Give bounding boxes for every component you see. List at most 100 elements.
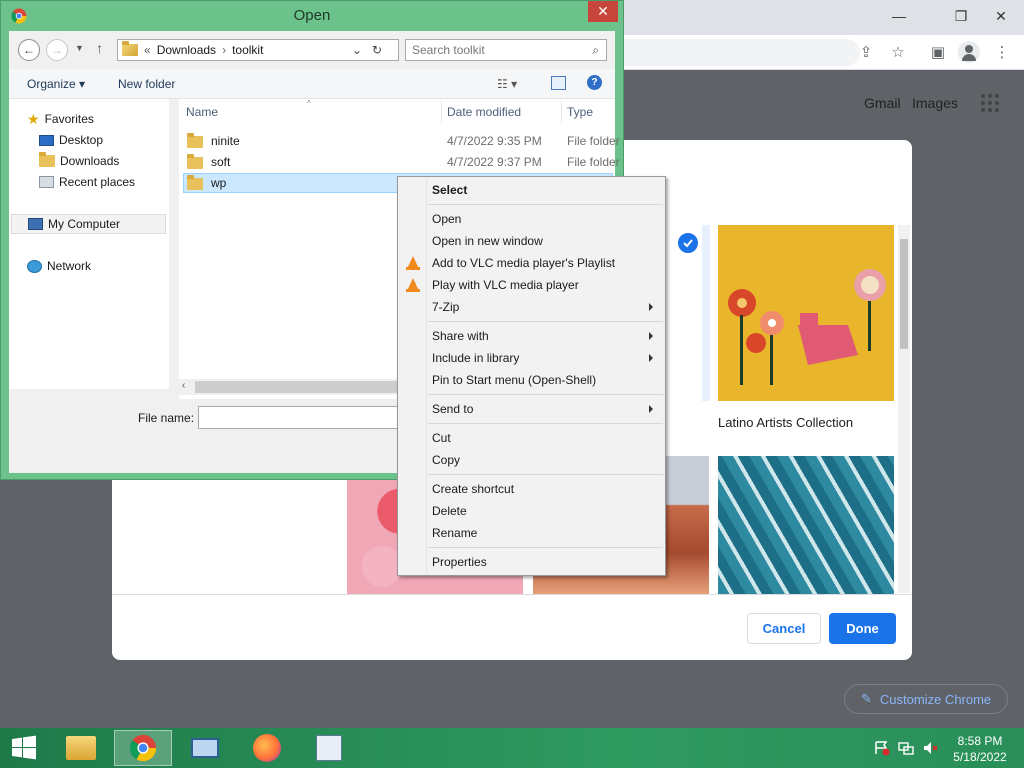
selected-background-tile[interactable]	[702, 225, 710, 401]
volume-muted-icon[interactable]	[922, 740, 938, 756]
menu-properties[interactable]: Properties	[400, 551, 663, 573]
action-center-icon[interactable]	[874, 740, 890, 756]
file-row-ninite[interactable]: ninite 4/7/2022 9:35 PM File folder	[183, 131, 620, 151]
menu-vlc-playlist[interactable]: Add to VLC media player's Playlist	[400, 252, 663, 274]
scroll-thumb[interactable]	[195, 381, 405, 393]
up-arrow-icon[interactable]: ↑	[96, 40, 103, 56]
folder-icon	[122, 41, 138, 56]
restore-icon[interactable]: ❐	[944, 0, 978, 32]
menu-pin-start[interactable]: Pin to Start menu (Open-Shell)	[400, 369, 663, 391]
taskbar-file-explorer[interactable]	[52, 730, 110, 766]
taskbar-clock[interactable]: 8:58 PM 5/18/2022	[944, 733, 1016, 765]
bookmark-star-icon[interactable]: ☆	[886, 40, 910, 64]
menu-separator	[428, 547, 663, 548]
taskbar-task-manager[interactable]	[300, 730, 358, 766]
menu-vlc-play[interactable]: Play with VLC media player	[400, 274, 663, 296]
nav-computer[interactable]: My Computer	[11, 214, 166, 234]
search-input[interactable]: Search toolkit ⌕	[405, 39, 607, 61]
refresh-icon[interactable]: ↻	[372, 43, 382, 57]
address-overflow[interactable]: «	[144, 43, 151, 57]
new-folder-button[interactable]: New folder	[118, 77, 175, 91]
column-date[interactable]: Date modified	[447, 105, 521, 119]
close-icon[interactable]: ✕	[984, 0, 1018, 32]
remote-desktop-icon	[191, 738, 219, 758]
vlc-icon	[406, 278, 420, 292]
menu-dots-icon[interactable]: ⋮	[990, 40, 1014, 64]
back-icon[interactable]: ←	[18, 39, 40, 61]
nav-desktop[interactable]: Desktop	[39, 130, 103, 150]
column-divider[interactable]	[441, 101, 442, 123]
minimize-icon[interactable]: —	[882, 0, 916, 32]
side-panel-icon[interactable]: ▣	[926, 40, 950, 64]
taskbar-chrome[interactable]	[114, 730, 172, 766]
omnibox[interactable]	[600, 39, 860, 66]
menu-delete[interactable]: Delete	[400, 500, 663, 522]
share-icon[interactable]: ⇪	[854, 40, 878, 64]
organize-button[interactable]: Organize ▾	[27, 77, 85, 91]
menu-separator	[428, 321, 663, 322]
network-tray-icon[interactable]	[898, 740, 914, 756]
menu-include-library-label: Include in library	[432, 351, 520, 365]
menu-open[interactable]: Open	[400, 208, 663, 230]
menu-share-with[interactable]: Share with	[400, 325, 663, 347]
column-divider[interactable]	[561, 101, 562, 123]
collection-label: Latino Artists Collection	[718, 415, 854, 430]
menu-send-to[interactable]: Send to	[400, 398, 663, 420]
column-type[interactable]: Type	[567, 105, 593, 119]
search-icon[interactable]: ⌕	[592, 43, 599, 58]
recent-dropdown-icon[interactable]: ▼	[75, 43, 84, 53]
customize-chrome-label: Customize Chrome	[879, 691, 992, 707]
customize-chrome-button[interactable]: ✎ Customize Chrome	[844, 684, 1008, 714]
taskbar-remote-desktop[interactable]	[176, 730, 234, 766]
menu-rename[interactable]: Rename	[400, 522, 663, 544]
cancel-button[interactable]: Cancel	[747, 613, 821, 644]
start-button[interactable]	[0, 730, 48, 766]
taskbar	[0, 728, 1024, 768]
menu-include-library[interactable]: Include in library	[400, 347, 663, 369]
windows-logo-icon	[12, 735, 36, 760]
menu-create-shortcut[interactable]: Create shortcut	[400, 478, 663, 500]
forward-icon[interactable]: →	[46, 39, 68, 61]
folder-icon	[187, 133, 203, 148]
view-options-icon[interactable]: ☷ ▾	[497, 77, 517, 91]
gmail-link[interactable]: Gmail	[864, 95, 901, 111]
menu-7zip-label: 7-Zip	[432, 300, 460, 314]
done-button[interactable]: Done	[829, 613, 896, 644]
nav-recent[interactable]: Recent places	[39, 172, 135, 192]
apps-grid-icon[interactable]	[981, 94, 999, 112]
file-type: File folder	[567, 155, 620, 169]
menu-open-new-window[interactable]: Open in new window	[400, 230, 663, 252]
address-bar[interactable]: « Downloads › toolkit ⌄ ↻	[117, 39, 399, 61]
scroll-thumb[interactable]	[900, 239, 908, 349]
help-icon[interactable]: ?	[587, 75, 602, 90]
nav-favorites[interactable]: ★ Favorites	[27, 109, 94, 129]
menu-vlc-playlist-label: Add to VLC media player's Playlist	[432, 256, 616, 270]
submenu-arrow-icon	[649, 332, 653, 340]
nav-network[interactable]: Network	[27, 256, 91, 276]
menu-7zip[interactable]: 7-Zip	[400, 296, 663, 318]
scroll-left-icon[interactable]: ‹	[182, 380, 185, 391]
column-name[interactable]: Name	[186, 105, 218, 119]
nav-downloads[interactable]: Downloads	[39, 151, 119, 171]
breadcrumb-downloads[interactable]: Downloads	[157, 43, 216, 57]
collection-scrollbar[interactable]	[898, 225, 910, 593]
menu-select[interactable]: Select	[400, 179, 663, 201]
breadcrumb-separator-icon[interactable]: ›	[222, 43, 226, 57]
preview-pane-icon[interactable]	[551, 76, 566, 90]
file-name-input[interactable]	[198, 406, 400, 429]
menu-cut[interactable]: Cut	[400, 427, 663, 449]
submenu-arrow-icon	[649, 405, 653, 413]
taskbar-firefox[interactable]	[238, 730, 296, 766]
chrome-logo-icon	[129, 734, 157, 762]
close-icon[interactable]: ✕	[588, 1, 618, 22]
latino-artists-tile[interactable]	[718, 225, 894, 401]
file-row-soft[interactable]: soft 4/7/2022 9:37 PM File folder	[183, 152, 620, 172]
images-link[interactable]: Images	[912, 95, 958, 111]
menu-vlc-play-label: Play with VLC media player	[432, 278, 579, 292]
profile-avatar[interactable]	[958, 41, 980, 63]
menu-copy[interactable]: Copy	[400, 449, 663, 471]
architecture-tile[interactable]	[718, 456, 894, 594]
clock-date: 5/18/2022	[953, 750, 1007, 764]
address-dropdown-icon[interactable]: ⌄	[352, 43, 362, 57]
breadcrumb-toolkit[interactable]: toolkit	[232, 43, 263, 57]
